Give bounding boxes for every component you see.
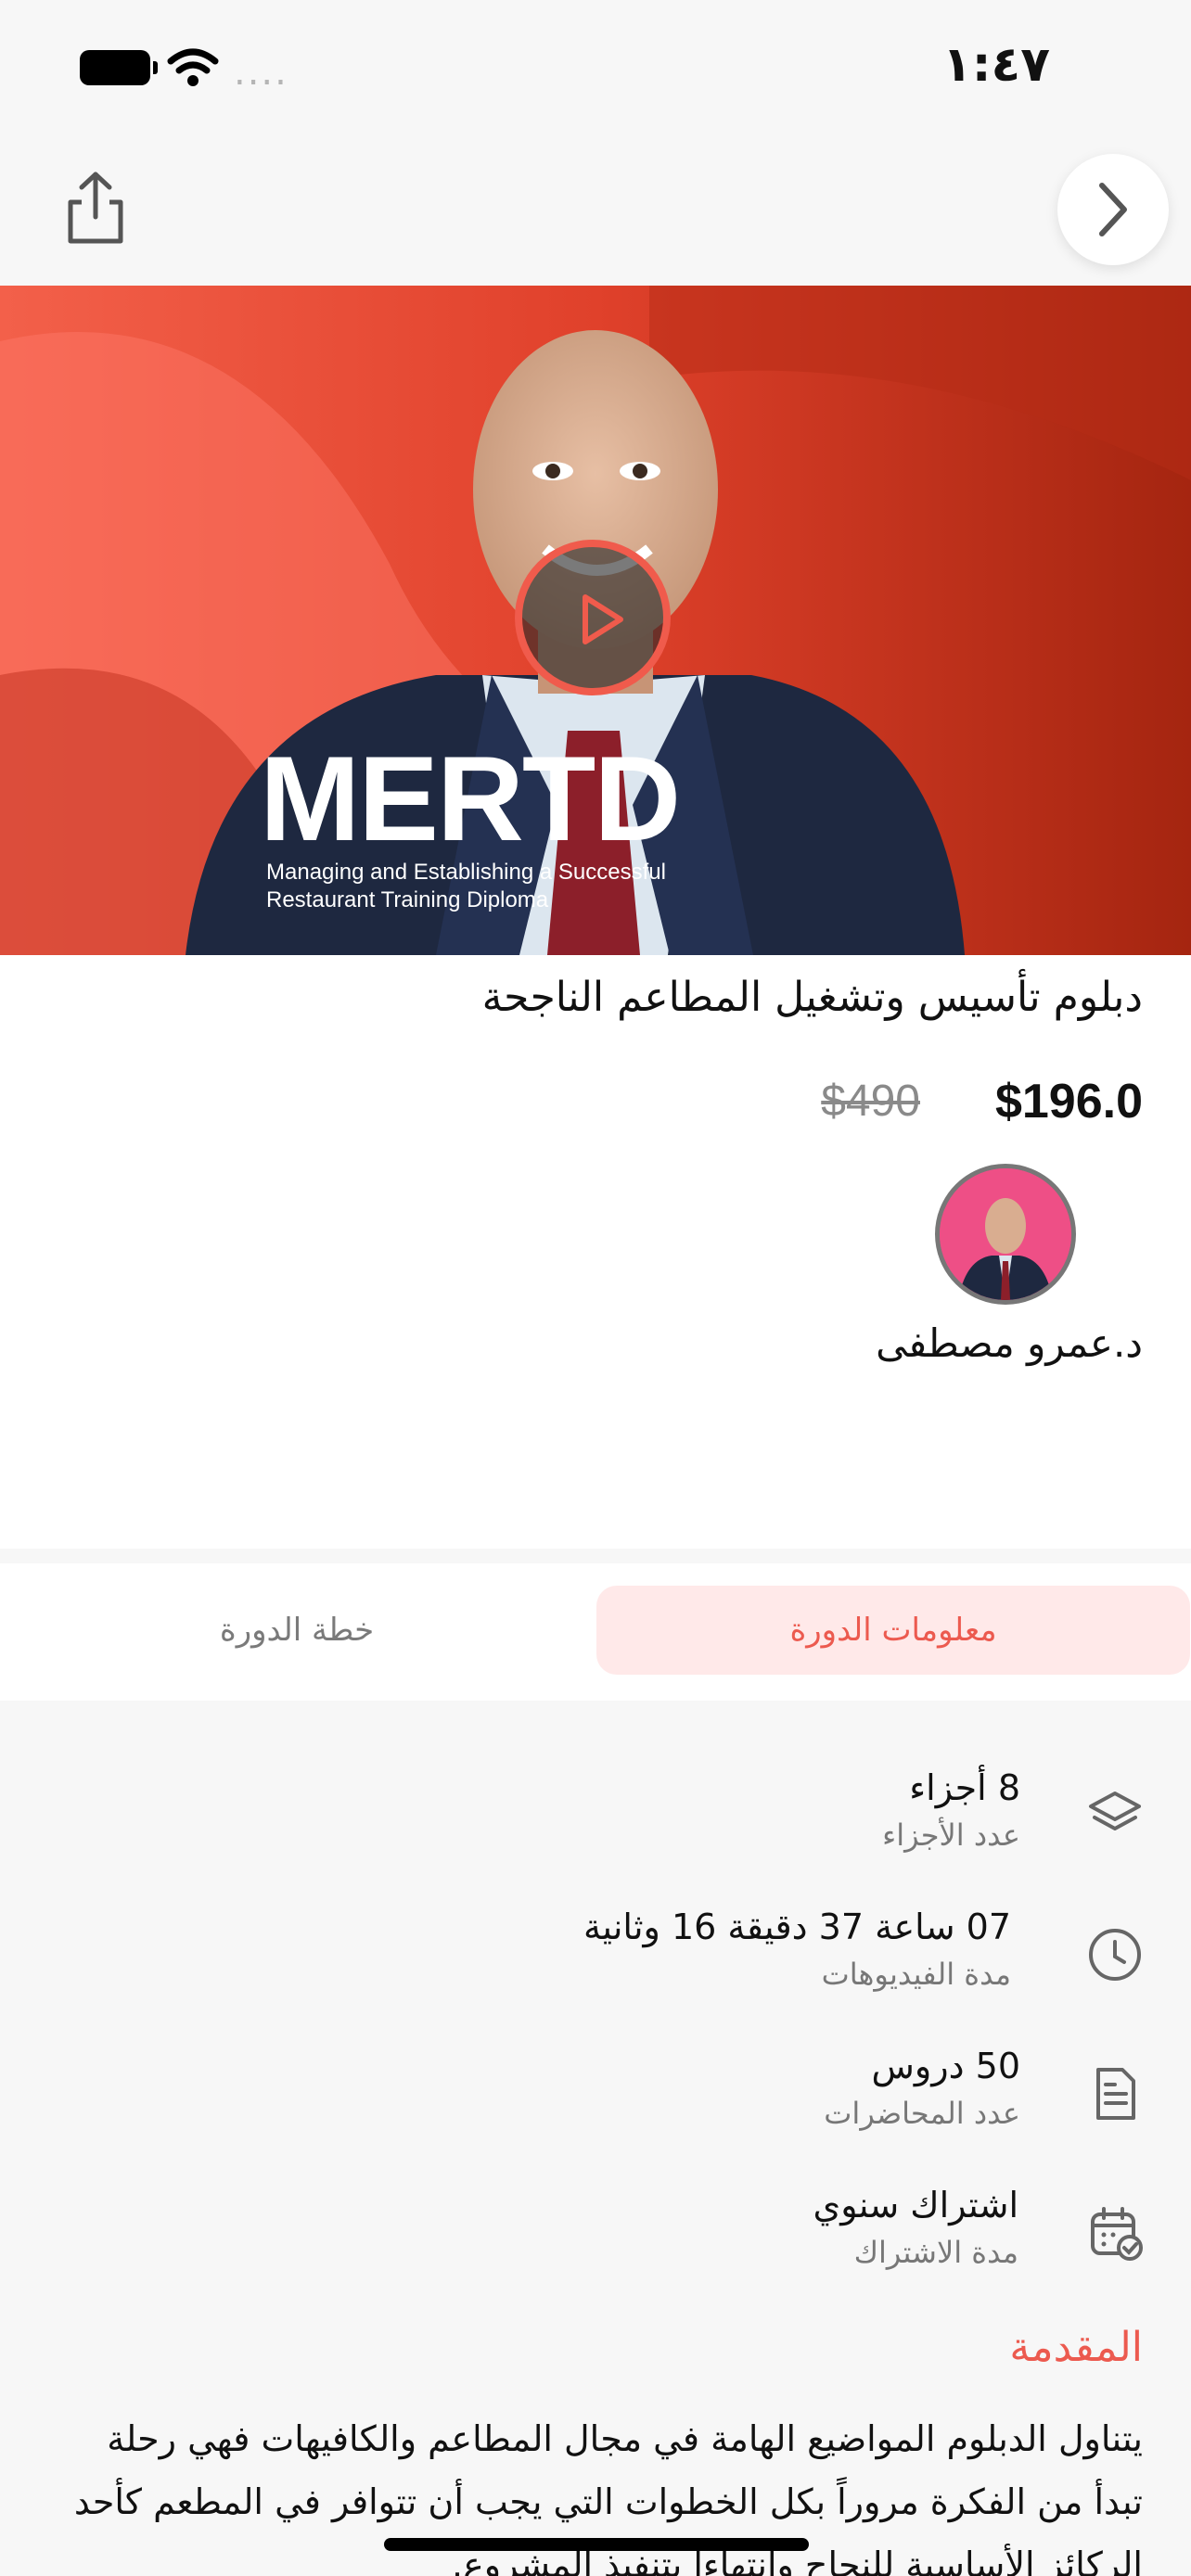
instructor-avatar[interactable] (935, 1164, 1076, 1305)
play-button[interactable] (515, 540, 671, 695)
status-time: ١:٤٧ (941, 37, 1050, 93)
stat-parts: 8 أجزاء عدد الأجزاء (124, 1767, 1145, 1869)
wifi-icon (167, 48, 219, 86)
tab-course-plan[interactable]: خطة الدورة (0, 1586, 594, 1675)
stat-duration: 07 ساعة 37 دقيقة 16 وثانية مدة الفيديوها… (124, 1906, 1145, 2009)
instructor-name[interactable]: د.عمرو مصطفى (876, 1320, 1143, 1366)
home-indicator[interactable] (384, 2538, 809, 2551)
price-current: $196.0 (994, 1075, 1143, 1129)
hero-subtitle: Managing and Establishing a Successful R… (266, 860, 666, 912)
stat-value: 8 أجزاء (909, 1767, 1020, 1808)
layers-icon (1089, 1792, 1141, 1830)
stat-label: عدد المحاضرات (824, 2096, 1020, 2131)
stat-subscription: اشتراك سنوي مدة الاشتراك (124, 2185, 1145, 2287)
document-icon (1096, 2068, 1135, 2120)
share-button[interactable] (61, 169, 130, 247)
back-button[interactable] (1057, 154, 1169, 265)
battery-icon (80, 50, 158, 85)
chevron-right-icon (1099, 183, 1127, 236)
stat-label: مدة الفيديوهات (821, 1957, 1011, 1992)
calendar-check-icon (1091, 2207, 1143, 2261)
stat-value: 50 دروس (871, 2046, 1020, 2086)
tab-course-info[interactable]: معلومات الدورة (596, 1586, 1190, 1675)
stat-label: عدد الأجزاء (882, 1817, 1020, 1853)
clock-icon (1089, 1929, 1141, 1981)
status-bar: .... ١:٤٧ (0, 0, 1191, 130)
stat-value: 07 ساعة 37 دقيقة 16 وثانية (583, 1906, 1011, 1947)
intro-heading: المقدمة (1009, 2324, 1143, 2371)
stat-label: مدة الاشتراك (853, 2235, 1018, 2270)
stat-value: اشتراك سنوي (813, 2185, 1018, 2225)
avatar-image (940, 1168, 1071, 1300)
share-icon (68, 172, 123, 244)
course-title: دبلوم تأسيس وتشغيل المطاعم الناجحة (481, 974, 1143, 1021)
price-original: $490 (821, 1077, 920, 1126)
signal-icon: .... (234, 51, 288, 94)
play-icon (583, 594, 623, 644)
hero-logo-title: MERTD (260, 731, 681, 866)
stat-lessons: 50 دروس عدد المحاضرات (124, 2046, 1145, 2148)
